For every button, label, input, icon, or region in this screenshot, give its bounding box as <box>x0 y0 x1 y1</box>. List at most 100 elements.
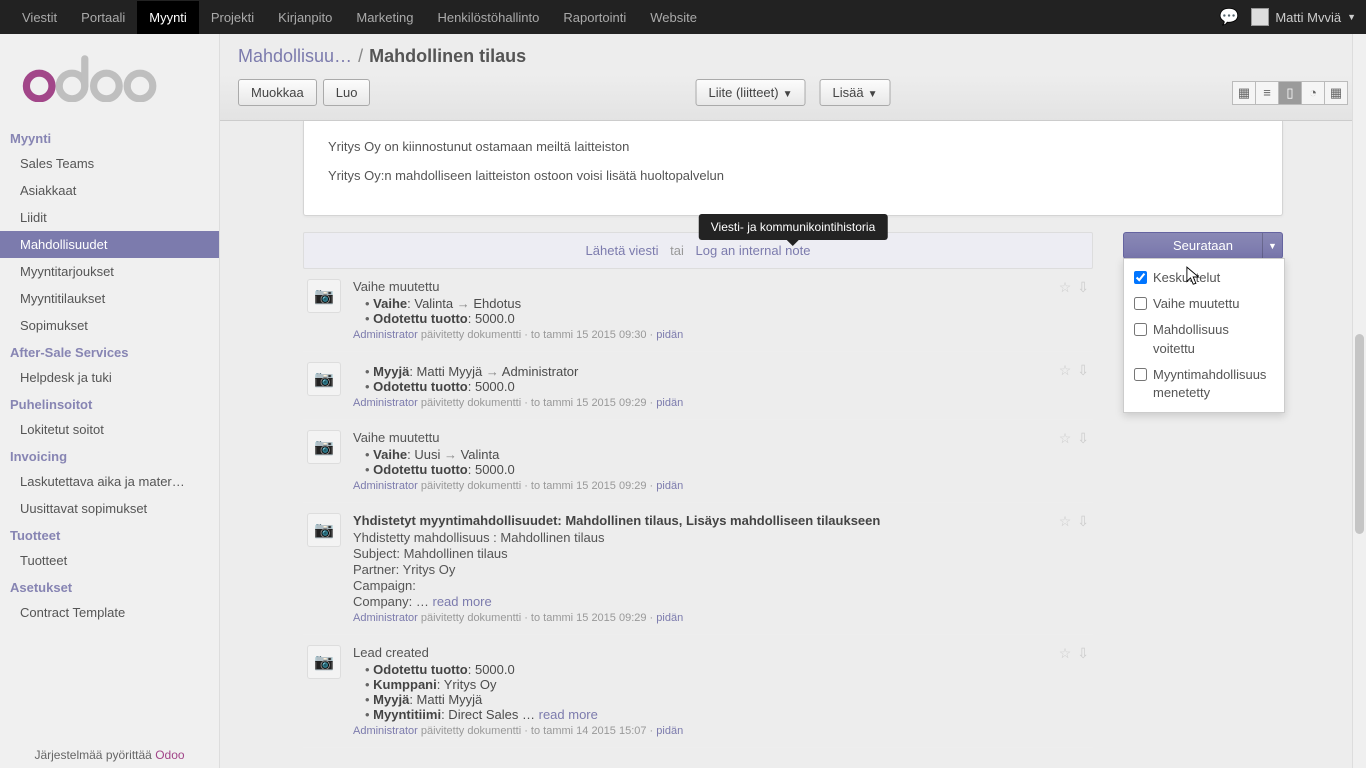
read-more-link[interactable]: read more <box>539 707 598 722</box>
chevron-down-icon[interactable]: ▼ <box>1262 233 1282 258</box>
avatar-icon: 📷 <box>307 430 341 464</box>
sidebar-section-header: Invoicing <box>0 443 219 468</box>
download-icon[interactable]: ⇩ <box>1077 279 1089 296</box>
message-author[interactable]: Administrator <box>353 397 418 409</box>
sidebar-item[interactable]: Sopimukset <box>0 312 219 339</box>
sidebar-item[interactable]: Sales Teams <box>0 150 219 177</box>
message-body-line: Campaign: <box>353 578 1047 593</box>
star-icon[interactable]: ☆ <box>1059 513 1072 530</box>
keep-link[interactable]: pidän <box>656 329 683 341</box>
scrollbar[interactable] <box>1352 34 1366 768</box>
follow-option[interactable]: Mahdollisuus voitettu <box>1124 317 1284 361</box>
star-icon[interactable]: ☆ <box>1059 362 1072 379</box>
attachment-button[interactable]: Liite (liitteet)▼ <box>696 79 806 106</box>
form-view-button[interactable]: ▯ <box>1278 81 1302 105</box>
star-icon[interactable]: ☆ <box>1059 279 1072 296</box>
message-field-change: Myyjä: Matti Myyjä <box>365 692 1047 707</box>
message: 📷Lead createdOdotettu tuotto: 5000.0Kump… <box>303 635 1093 748</box>
nav-item[interactable]: Website <box>638 1 709 34</box>
sidebar-item[interactable]: Myyntitarjoukset <box>0 258 219 285</box>
nav-item[interactable]: Portaali <box>69 1 137 34</box>
star-icon[interactable]: ☆ <box>1059 430 1072 447</box>
top-navbar: ViestitPortaaliMyyntiProjektiKirjanpitoM… <box>0 0 1366 34</box>
nav-item[interactable]: Marketing <box>344 1 425 34</box>
more-button[interactable]: Lisää▼ <box>820 79 891 106</box>
user-menu[interactable]: Matti Mvviä ▼ <box>1251 8 1356 26</box>
edit-button[interactable]: Muokkaa <box>238 79 317 106</box>
read-more-link[interactable]: read more <box>432 594 491 609</box>
main-area: Mahdollisuu… / Mahdollinen tilaus Muokka… <box>220 34 1366 768</box>
sidebar-item[interactable]: Contract Template <box>0 599 219 626</box>
nav-item[interactable]: Raportointi <box>551 1 638 34</box>
download-icon[interactable]: ⇩ <box>1077 362 1089 379</box>
keep-link[interactable]: pidän <box>656 397 683 409</box>
message-meta: Administrator päivitetty dokumentti · to… <box>353 480 1047 492</box>
download-icon[interactable]: ⇩ <box>1077 513 1089 530</box>
keep-link[interactable]: pidän <box>656 725 683 737</box>
chevron-down-icon: ▼ <box>783 89 793 100</box>
logo <box>0 44 219 125</box>
avatar-icon: 📷 <box>307 279 341 313</box>
nav-item[interactable]: Henkilöstöhallinto <box>425 1 551 34</box>
graph-view-button[interactable]: ◔ <box>1301 81 1325 105</box>
checkbox[interactable] <box>1134 271 1147 284</box>
message-author[interactable]: Administrator <box>353 480 418 492</box>
message-author[interactable]: Administrator <box>353 612 418 624</box>
breadcrumb: Mahdollisuu… / Mahdollinen tilaus <box>220 34 1366 75</box>
toolbar: Muokkaa Luo Liite (liitteet)▼ Lisää▼ ▦ ≡… <box>220 75 1366 121</box>
message-field-change: Vaihe: Uusi → Valinta <box>365 447 1047 462</box>
checkbox[interactable] <box>1134 297 1147 310</box>
sidebar-item[interactable]: Helpdesk ja tuki <box>0 364 219 391</box>
follow-option[interactable]: Myyntimahdollisuus menetetty <box>1124 362 1284 406</box>
sheet-text-1: Yritys Oy on kiinnostunut ostamaan meilt… <box>328 139 1258 154</box>
send-message-link[interactable]: Lähetä viesti <box>586 243 659 258</box>
star-icon[interactable]: ☆ <box>1059 645 1072 662</box>
sheet-text-2: Yritys Oy:n mahdolliseen laitteiston ost… <box>328 168 1258 183</box>
sidebar-item[interactable]: Mahdollisuudet <box>0 231 219 258</box>
sidebar-item[interactable]: Uusittavat sopimukset <box>0 495 219 522</box>
follow-option[interactable]: Keskustelut <box>1124 265 1284 291</box>
create-button[interactable]: Luo <box>323 79 371 106</box>
keep-link[interactable]: pidän <box>656 612 683 624</box>
avatar-icon: 📷 <box>307 513 341 547</box>
sidebar-item[interactable]: Laskutettava aika ja mater… <box>0 468 219 495</box>
download-icon[interactable]: ⇩ <box>1077 430 1089 447</box>
sidebar-section-header: Tuotteet <box>0 522 219 547</box>
list-view-button[interactable]: ≡ <box>1255 81 1279 105</box>
message-author[interactable]: Administrator <box>353 725 418 737</box>
message-field-change: Vaihe: Valinta → Ehdotus <box>365 296 1047 311</box>
avatar <box>1251 8 1269 26</box>
sidebar-item[interactable]: Myyntitilaukset <box>0 285 219 312</box>
message-field-change: Odotettu tuotto: 5000.0 <box>365 662 1047 677</box>
message-meta: Administrator päivitetty dokumentti · to… <box>353 725 1047 737</box>
view-switcher: ▦ ≡ ▯ ◔ ▦ <box>1233 81 1348 105</box>
sidebar-item[interactable]: Lokitetut soitot <box>0 416 219 443</box>
message-body-line: Company: … read more <box>353 594 1047 609</box>
checkbox[interactable] <box>1134 368 1147 381</box>
calendar-view-button[interactable]: ▦ <box>1324 81 1348 105</box>
nav-item[interactable]: Kirjanpito <box>266 1 344 34</box>
kanban-view-button[interactable]: ▦ <box>1232 81 1256 105</box>
message-field-change: Odotettu tuotto: 5000.0 <box>365 311 1047 326</box>
sidebar-item[interactable]: Asiakkaat <box>0 177 219 204</box>
download-icon[interactable]: ⇩ <box>1077 645 1089 662</box>
keep-link[interactable]: pidän <box>656 480 683 492</box>
avatar-icon: 📷 <box>307 362 341 396</box>
page-title: Mahdollinen tilaus <box>369 46 526 67</box>
nav-item[interactable]: Viestit <box>10 1 69 34</box>
sidebar-item[interactable]: Tuotteet <box>0 547 219 574</box>
odoo-link[interactable]: Odoo <box>155 748 184 762</box>
chevron-down-icon: ▼ <box>1347 12 1356 22</box>
sidebar-item[interactable]: Liidit <box>0 204 219 231</box>
message-field-change: Myyntitiimi: Direct Sales … read more <box>365 707 1047 722</box>
breadcrumb-parent[interactable]: Mahdollisuu… <box>238 46 352 67</box>
message-author[interactable]: Administrator <box>353 329 418 341</box>
nav-item[interactable]: Projekti <box>199 1 266 34</box>
follow-option[interactable]: Vaihe muutettu <box>1124 291 1284 317</box>
powered-by: Järjestelmää pyörittää Odoo <box>0 748 219 762</box>
follow-button[interactable]: Seurataan ▼ <box>1123 232 1283 259</box>
checkbox[interactable] <box>1134 323 1147 336</box>
username-label: Matti Mvviä <box>1275 10 1341 25</box>
nav-item[interactable]: Myynti <box>137 1 199 34</box>
chat-icon[interactable]: 💬 <box>1219 7 1239 27</box>
